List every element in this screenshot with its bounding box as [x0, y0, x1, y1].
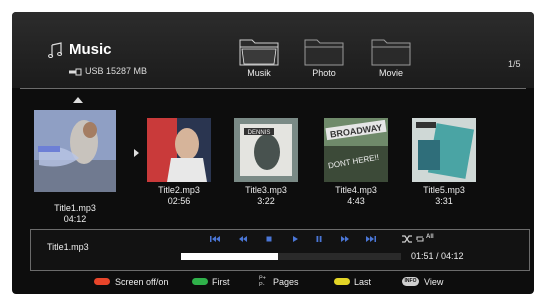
album-art[interactable]	[147, 118, 211, 182]
play-icon[interactable]	[289, 234, 301, 244]
divider	[20, 88, 526, 89]
track-duration: 3:31	[435, 196, 453, 206]
storage-info: USB 15287 MB	[85, 66, 148, 76]
svg-text:P-: P-	[259, 282, 265, 287]
footer-view[interactable]: View	[424, 277, 443, 287]
page-indicator: 1/5	[508, 59, 521, 69]
footer-last[interactable]: Last	[354, 277, 371, 287]
selection-arrow-icon	[134, 149, 139, 157]
pause-icon[interactable]	[313, 234, 325, 244]
track-name: Title3.mp3	[245, 185, 287, 195]
playback-panel: Title1.mp3 All 01:51 / 04:12	[30, 229, 530, 271]
progress-fill	[181, 253, 278, 260]
scroll-up-icon[interactable]	[73, 97, 83, 103]
folder-icon[interactable]	[371, 36, 411, 66]
playback-time: 01:51 / 04:12	[411, 251, 464, 261]
yellow-button-icon	[334, 278, 350, 285]
page-title: Music	[69, 41, 112, 58]
usb-icon	[69, 68, 82, 76]
rewind-icon[interactable]	[237, 234, 249, 244]
track-name: Title5.mp3	[423, 185, 465, 195]
footer-pages[interactable]: Pages	[273, 277, 299, 287]
track-name: Title1.mp3	[54, 203, 96, 213]
svg-text:P+: P+	[259, 276, 266, 282]
track-duration: 4:43	[347, 196, 365, 206]
folder-photo[interactable]: Photo	[299, 68, 349, 78]
fast-forward-icon[interactable]	[339, 234, 351, 244]
now-playing-title: Title1.mp3	[47, 242, 89, 252]
green-button-icon	[192, 278, 208, 285]
album-art[interactable]: DENNIS	[234, 118, 298, 182]
album-art[interactable]	[412, 118, 476, 182]
skip-to-end-icon[interactable]	[365, 234, 377, 244]
folder-icon[interactable]	[304, 36, 344, 66]
header-bar: Music USB 15287 MB Musik Photo Movie 1/5	[12, 12, 534, 88]
info-button-icon: INFO	[402, 277, 419, 286]
album-art[interactable]: BROADWAY DONT HERE!!	[324, 118, 388, 182]
track-duration: 02:56	[167, 196, 191, 206]
track-name: Title4.mp3	[335, 185, 377, 195]
album-art-selected[interactable]	[34, 110, 116, 192]
red-button-icon	[94, 278, 110, 285]
folder-movie[interactable]: Movie	[366, 68, 416, 78]
album-art-text: DENNIS	[248, 130, 271, 136]
repeat-all-icon[interactable]	[415, 234, 425, 244]
progress-bar[interactable]	[181, 253, 401, 260]
track-name: Title2.mp3	[158, 185, 200, 195]
repeat-mode-label: All	[426, 234, 434, 240]
track-duration: 3:22	[257, 196, 275, 206]
track-duration: 04:12	[63, 214, 87, 224]
footer-screen-off[interactable]: Screen off/on	[115, 277, 168, 287]
page-updown-icon: P+ P-	[259, 276, 266, 288]
media-browser-screen: Music USB 15287 MB Musik Photo Movie 1/5	[12, 12, 534, 294]
music-note-icon	[48, 42, 62, 58]
skip-to-start-icon[interactable]	[209, 234, 221, 244]
shuffle-icon[interactable]	[401, 234, 413, 244]
folder-icon[interactable]	[239, 36, 279, 66]
folder-musik[interactable]: Musik	[234, 68, 284, 78]
footer-first[interactable]: First	[212, 277, 230, 287]
stop-icon[interactable]	[263, 234, 275, 244]
